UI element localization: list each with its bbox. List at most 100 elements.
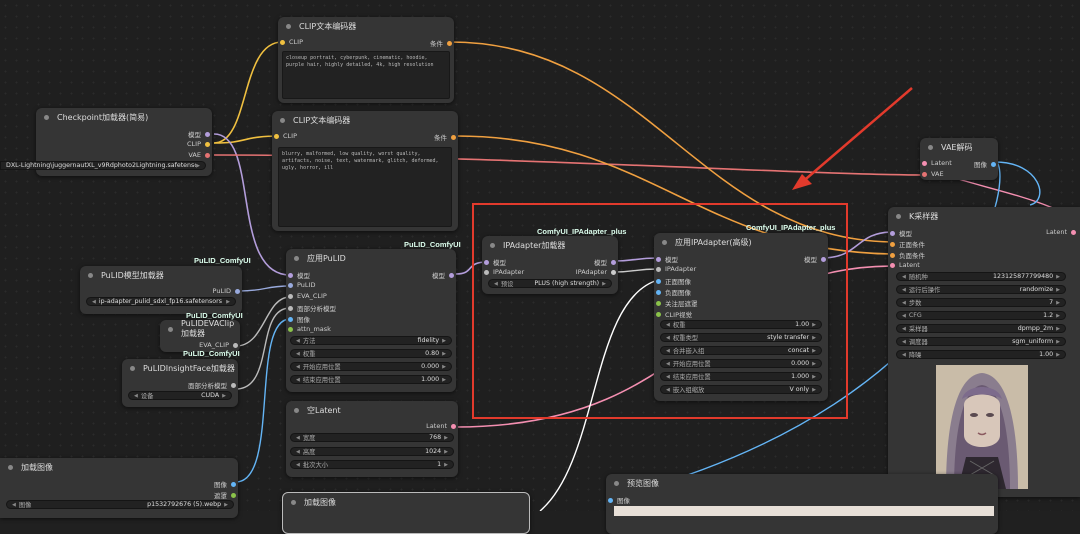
image-file-widget[interactable]: ◀ 图像 p1532792676 (5).webp ▶ [6,500,234,509]
method-widget[interactable]: ◀ 方法 fidelity ▶ [290,336,452,345]
collapse-dot-icon[interactable] [294,255,299,261]
output-pin-icon[interactable] [231,481,236,487]
collapse-dot-icon[interactable] [168,326,173,332]
output-clip[interactable]: CLIP [187,140,210,148]
arrow-left-icon[interactable]: ◀ [296,377,300,383]
arrow-right-icon[interactable]: ▶ [1056,326,1060,332]
collapse-dot-icon[interactable] [614,480,619,486]
arrow-left-icon[interactable]: ◀ [902,352,906,358]
arrow-right-icon[interactable]: ▶ [1056,313,1060,319]
arrow-left-icon[interactable]: ◀ [296,364,300,370]
arrow-left-icon[interactable]: ◀ [296,435,300,441]
arrow-left-icon[interactable]: ◀ [902,326,906,332]
arrow-left-icon[interactable]: ◀ [902,287,906,293]
generated-portrait-image[interactable] [936,365,1028,489]
input-latent[interactable]: Latent [890,261,920,269]
empty-latent-node[interactable]: 空Latent Latent ◀ 宽度 768 ▶ ◀ 高度 1024 ▶ ◀ 批次大小 1 ▶ [286,401,458,477]
provider-widget[interactable]: ◀ 设备 CUDA ▶ [128,391,232,400]
output-eva-clip[interactable]: EVA_CLIP [199,341,238,349]
arrow-right-icon[interactable]: ▶ [442,338,446,344]
cfg-widget[interactable]: ◀ CFG 1.2 ▶ [896,311,1066,320]
input-eva-clip[interactable]: EVA_CLIP [288,292,327,300]
arrow-left-icon[interactable]: ◀ [902,274,906,280]
arrow-right-icon[interactable]: ▶ [444,435,448,441]
collapse-dot-icon[interactable] [130,365,135,371]
arrow-right-icon[interactable]: ▶ [1056,300,1060,306]
output-pin-icon[interactable] [205,152,210,158]
control-after-widget[interactable]: ◀ 运行后操作 randomize ▶ [896,285,1066,294]
arrow-right-icon[interactable]: ▶ [442,377,446,383]
clip-text-encoder-negative[interactable]: CLIP文本编码器 CLIP 条件 blurry, malformed, low… [272,111,458,231]
pulid-model-loader[interactable]: PuLID模型加载器 PuLID ◀ ip-adapter_pulid_sdxl_… [80,266,242,314]
arrow-left-icon[interactable]: ◀ [296,338,300,344]
arrow-left-icon[interactable]: ◀ [134,393,138,399]
input-image[interactable]: 图像 [288,314,310,324]
ksampler-node[interactable]: K采样器 模型 Latent 正面条件 负面条件 Latent ◀ 随机种 1231… [888,207,1080,497]
input-latent[interactable]: Latent [922,159,952,167]
preview-image-node[interactable]: 预览图像 图像 [606,474,998,534]
input-positive[interactable]: 正面条件 [890,239,925,249]
arrow-right-icon[interactable]: ▶ [1056,287,1060,293]
output-pulid[interactable]: PuLID [213,287,240,295]
output-pin-icon[interactable] [451,134,456,140]
steps-widget[interactable]: ◀ 步数 7 ▶ [896,298,1066,307]
ckpt-name-widget[interactable]: DXL-Lightning\juggernautXL_v9Rdphoto2Lig… [0,161,206,170]
output-pin-icon[interactable] [449,272,454,278]
input-pin-icon[interactable] [274,133,279,139]
collapse-dot-icon[interactable] [88,272,93,278]
input-pin-icon[interactable] [288,272,293,278]
arrow-left-icon[interactable]: ◀ [902,313,906,319]
output-pin-icon[interactable] [451,423,456,429]
collapse-dot-icon[interactable] [294,407,299,413]
weight-widget[interactable]: ◀ 权重 0.80 ▶ [290,349,452,358]
input-clip[interactable]: CLIP [280,38,303,46]
input-model[interactable]: 模型 [288,270,310,280]
input-attn-mask[interactable]: attn_mask [288,325,331,333]
output-image[interactable]: 图像 [974,159,996,169]
input-model[interactable]: 模型 [890,228,912,238]
arrow-right-icon[interactable]: ▶ [222,393,226,399]
output-pin-icon[interactable] [1071,229,1076,235]
input-pin-icon[interactable] [608,497,613,503]
arrow-left-icon[interactable]: ◀ [296,351,300,357]
output-image[interactable]: 图像 [214,479,236,489]
output-latent[interactable]: Latent [1046,228,1076,236]
load-image-node[interactable]: 加载图像 图像 遮罩 ◀ 图像 p1532792676 (5).webp ▶ [0,458,238,518]
input-pin-icon[interactable] [280,39,285,45]
arrow-left-icon[interactable]: ◀ [296,462,300,468]
pulid-file-widget[interactable]: ◀ ip-adapter_pulid_sdxl_fp16.safetensors ▶ [86,297,236,306]
output-face-analysis[interactable]: 面部分析模型 [188,380,236,390]
arrow-left-icon[interactable]: ◀ [902,300,906,306]
collapse-dot-icon[interactable] [291,499,296,505]
pulid-eva-clip-loader[interactable]: PuLIDEVAClip加载器 EVA_CLIP [160,319,240,352]
input-pin-icon[interactable] [288,316,293,322]
input-pin-icon[interactable] [922,171,927,177]
input-negative[interactable]: 负面条件 [890,250,925,260]
output-pin-icon[interactable] [991,161,996,167]
collapse-dot-icon[interactable] [286,23,291,29]
vae-decode-node[interactable]: VAE解码 Latent 图像 VAE [920,138,998,180]
scheduler-widget[interactable]: ◀ 调度器 sgm_uniform ▶ [896,337,1066,346]
width-widget[interactable]: ◀ 宽度 768 ▶ [290,433,454,442]
input-pin-icon[interactable] [890,252,895,258]
arrow-left-icon[interactable]: ◀ [92,299,96,305]
arrow-right-icon[interactable]: ▶ [196,163,200,169]
arrow-right-icon[interactable]: ▶ [442,364,446,370]
output-pin-icon[interactable] [235,288,240,294]
load-image-node-2[interactable]: 加载图像 [282,492,530,534]
start-at-widget[interactable]: ◀ 开始应用位置 0.000 ▶ [290,362,452,371]
output-pin-icon[interactable] [233,342,238,348]
arrow-right-icon[interactable]: ▶ [1056,339,1060,345]
collapse-dot-icon[interactable] [928,144,933,150]
output-conditioning[interactable]: 条件 [430,38,452,48]
input-pulid[interactable]: PuLID [288,281,315,289]
prompt-textarea[interactable]: blurry, malformed, low quality, worst qu… [278,147,452,227]
input-pin-icon[interactable] [288,293,293,299]
arrow-left-icon[interactable]: ◀ [12,502,16,508]
arrow-left-icon[interactable]: ◀ [902,339,906,345]
arrow-right-icon[interactable]: ▶ [1056,274,1060,280]
end-at-widget[interactable]: ◀ 结束应用位置 1.000 ▶ [290,375,452,384]
batch-size-widget[interactable]: ◀ 批次大小 1 ▶ [290,460,454,469]
output-vae[interactable]: VAE [188,151,210,159]
output-pin-icon[interactable] [231,492,236,498]
